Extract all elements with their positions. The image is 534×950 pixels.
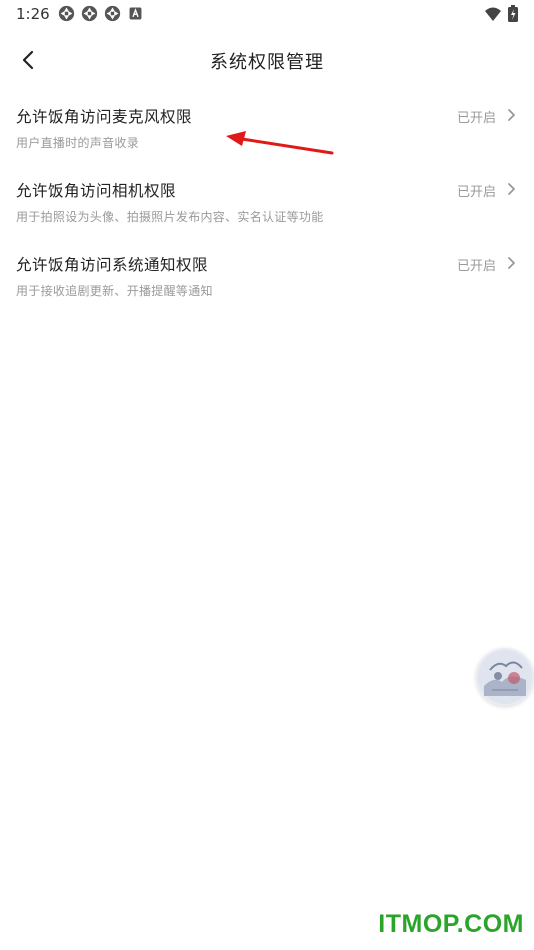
wifi-icon: [485, 7, 501, 21]
permission-status: 已开启: [456, 185, 496, 200]
permission-title: 允许饭角访问麦克风权限: [16, 108, 193, 126]
watermark: ITMOP.COM: [378, 910, 524, 938]
permission-status: 已开启: [456, 111, 496, 126]
page-title: 系统权限管理: [210, 52, 324, 73]
permission-item-notification[interactable]: 允许饭角访问系统通知权限 用于接收追剧更新、开播提醒等通知 已开启: [0, 244, 534, 318]
permission-title: 允许饭角访问系统通知权限: [16, 256, 209, 274]
permission-item-camera[interactable]: 允许饭角访问相机权限 用于拍照设为头像、拍摄照片发布内容、实名认证等功能 已开启: [0, 170, 534, 244]
avatar-image: [478, 650, 532, 704]
status-bar: 1:26: [0, 0, 534, 28]
avatar-floating-button[interactable]: [476, 648, 534, 706]
notification-icon: [104, 5, 121, 22]
permission-description: 用于接收追剧更新、开播提醒等通知: [16, 284, 213, 298]
status-time: 1:26: [16, 5, 50, 23]
permission-title: 允许饭角访问相机权限: [16, 182, 177, 200]
status-system-icons: [484, 5, 518, 22]
notification-icon: [58, 5, 75, 22]
notification-icon: [81, 5, 98, 22]
permission-description: 用户直播时的声音收录: [16, 136, 140, 150]
status-notification-icons: [58, 5, 144, 22]
chevron-right-icon: [508, 183, 515, 195]
header: 系统权限管理: [0, 36, 534, 84]
red-arrow: [226, 131, 334, 155]
chevron-right-icon: [508, 109, 515, 121]
app-a-icon: [129, 7, 142, 20]
chevron-right-icon: [508, 257, 515, 269]
permission-status: 已开启: [456, 259, 496, 274]
permission-description: 用于拍照设为头像、拍摄照片发布内容、实名认证等功能: [16, 210, 324, 224]
battery-charging-icon: [508, 5, 518, 22]
